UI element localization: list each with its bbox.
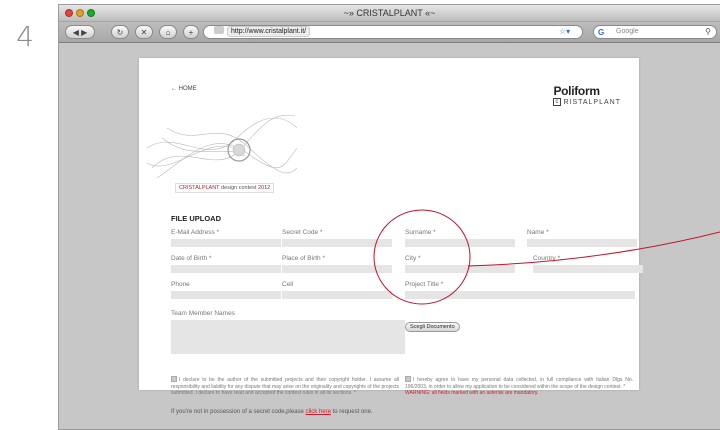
dob-field: Date of Birth * xyxy=(171,254,281,273)
back-forward-buttons[interactable]: ◀ ▶ xyxy=(65,25,95,39)
search-icon[interactable]: ⚲ xyxy=(705,26,711,38)
forward-icon[interactable]: ▶ xyxy=(81,28,87,37)
dob-input[interactable] xyxy=(171,265,281,273)
country-input[interactable] xyxy=(533,265,643,273)
stop-button[interactable]: ✕ xyxy=(135,25,153,39)
surname-label: Surname * xyxy=(405,229,436,236)
cristalplant-c-icon: c xyxy=(553,98,562,106)
name-input[interactable] xyxy=(527,239,637,247)
consent-authorship: I declare to be the author of the submit… xyxy=(171,376,399,397)
place-of-birth-field: Place of Birth * xyxy=(282,254,392,273)
authorship-checkbox[interactable] xyxy=(171,376,177,382)
request-code-link[interactable]: click here xyxy=(306,409,331,415)
contest-year: 2012 xyxy=(257,185,271,191)
consent-privacy-text: I hereby agree to have my personal data … xyxy=(405,377,633,390)
secret-code-footnote: If you're not in possession of a secret … xyxy=(171,409,373,415)
web-page: ← HOME Poliform c RISTALPLANT CRISTALPLA… xyxy=(139,58,643,415)
surname-input[interactable] xyxy=(405,239,515,247)
browser-toolbar: ◀ ▶ ↻ ✕ ⌂ + http://www.cristalplant.it/ … xyxy=(59,22,720,43)
place-of-birth-input[interactable] xyxy=(282,265,392,273)
bookmark-star-icon[interactable]: ☆▾ xyxy=(559,27,570,36)
phone-label: Phone xyxy=(171,281,190,288)
email-label: E-Mail Address * xyxy=(171,229,220,236)
step-number: 4 xyxy=(16,20,34,53)
reload-button[interactable]: ↻ xyxy=(111,25,129,39)
country-label: Country * xyxy=(533,255,561,262)
name-field: Name * xyxy=(527,228,637,247)
plus-icon: + xyxy=(188,27,194,37)
brand-logo: Poliform c RISTALPLANT xyxy=(553,84,621,106)
mandatory-warning: WARNING: all fields marked with an aster… xyxy=(405,390,539,396)
project-title-input[interactable] xyxy=(405,291,635,299)
place-of-birth-label: Place of Birth * xyxy=(282,255,325,262)
project-title-label: Project Title * xyxy=(405,281,444,288)
browser-window: ~» CRISTALPLANT «~ ◀ ▶ ↻ ✕ ⌂ + http://ww… xyxy=(58,4,720,430)
team-members-input[interactable] xyxy=(171,320,405,354)
city-input[interactable] xyxy=(405,265,515,273)
reload-icon: ↻ xyxy=(116,27,124,37)
brand-sub: RISTALPLANT xyxy=(563,98,621,106)
city-field: City * xyxy=(405,254,515,273)
search-placeholder: Google xyxy=(616,28,639,35)
contest-brand: CRISTALPLANT xyxy=(179,185,220,191)
site-icon xyxy=(214,26,224,34)
cell-label: Cell xyxy=(282,281,294,288)
phone-field: Phone xyxy=(171,280,281,299)
secret-code-input[interactable] xyxy=(282,239,392,247)
close-icon: ✕ xyxy=(140,27,148,37)
cell-input[interactable] xyxy=(282,291,392,299)
add-bookmark-button[interactable]: + xyxy=(183,25,199,39)
home-button[interactable]: ⌂ xyxy=(159,25,177,39)
email-input[interactable] xyxy=(171,239,281,247)
swirl-artwork xyxy=(147,115,297,179)
dob-label: Date of Birth * xyxy=(171,255,212,262)
back-icon[interactable]: ◀ xyxy=(73,28,79,37)
choose-document-button[interactable]: Scegli Documento xyxy=(405,322,460,332)
privacy-checkbox[interactable] xyxy=(405,376,411,382)
phone-input[interactable] xyxy=(171,291,281,299)
brand-name: Poliform xyxy=(553,84,600,98)
section-title: FILE UPLOAD xyxy=(171,214,221,223)
country-field: Country * xyxy=(533,254,643,273)
surname-field: Surname * xyxy=(405,228,515,247)
name-label: Name * xyxy=(527,229,549,236)
contest-badge: CRISTALPLANT design contest 2012 xyxy=(175,183,275,193)
consent-authorship-text: I declare to be the author of the submit… xyxy=(171,377,399,396)
team-members-label: Team Member Names xyxy=(171,310,235,317)
home-icon: ⌂ xyxy=(165,27,171,37)
search-input[interactable]: G Google ⚲ xyxy=(593,25,717,39)
secret-code-field: Secret Code * xyxy=(282,228,392,247)
url-text: http://www.cristalplant.it/ xyxy=(227,26,311,37)
project-title-field: Project Title * xyxy=(405,280,635,299)
contest-label: design contest xyxy=(219,185,258,191)
footnote-text: If you're not in possession of a secret … xyxy=(171,409,306,415)
city-label: City * xyxy=(405,255,421,262)
title-bar: ~» CRISTALPLANT «~ xyxy=(59,5,720,22)
cell-field: Cell xyxy=(282,280,392,299)
footnote-suffix: to request one. xyxy=(330,409,373,415)
email-field: E-Mail Address * xyxy=(171,228,281,247)
url-bar[interactable]: http://www.cristalplant.it/ xyxy=(203,25,583,39)
home-link[interactable]: ← HOME xyxy=(171,86,197,92)
consent-privacy: I hereby agree to have my personal data … xyxy=(405,376,633,397)
secret-code-label: Secret Code * xyxy=(282,229,323,236)
window-title: ~» CRISTALPLANT «~ xyxy=(343,8,436,18)
browser-content: ← HOME Poliform c RISTALPLANT CRISTALPLA… xyxy=(59,44,720,429)
google-icon: G xyxy=(598,28,605,37)
